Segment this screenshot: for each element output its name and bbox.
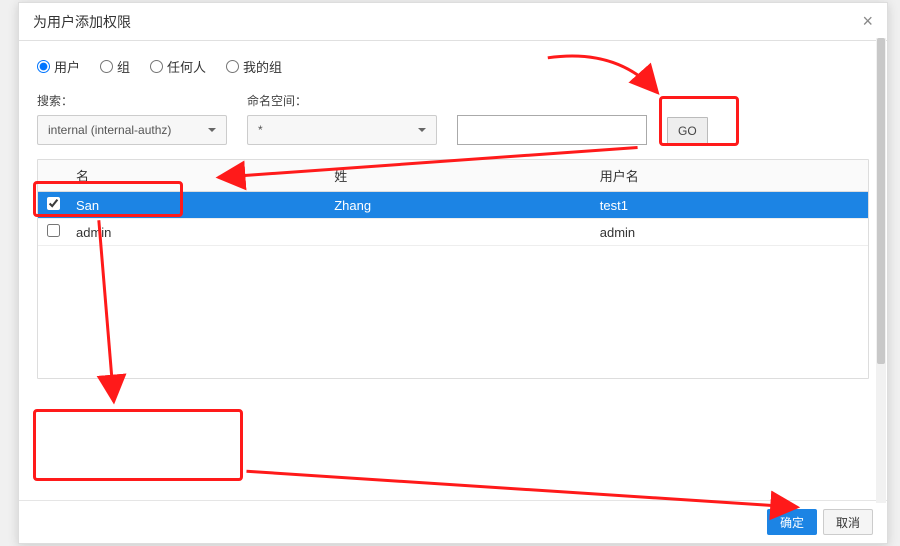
- radio-mygroup-label: 我的组: [243, 57, 282, 76]
- namespace-select-value: *: [258, 123, 263, 137]
- namespace-select[interactable]: *: [247, 115, 437, 145]
- search-select-value: internal (internal-authz): [48, 123, 171, 137]
- radio-group-input[interactable]: [100, 60, 113, 73]
- row-checkbox[interactable]: [47, 197, 60, 210]
- close-icon[interactable]: ×: [862, 11, 873, 32]
- radio-anyone-input[interactable]: [150, 60, 163, 73]
- table-row[interactable]: San Zhang test1: [38, 192, 868, 219]
- radio-group[interactable]: 组: [100, 57, 130, 76]
- search-label: 搜索：: [37, 92, 227, 109]
- namespace-label: 命名空间：: [247, 92, 437, 109]
- go-button[interactable]: GO: [667, 117, 708, 145]
- search-input[interactable]: [457, 115, 647, 145]
- row-checkbox[interactable]: [47, 224, 60, 237]
- users-table: 名 姓 用户名 San Zhang test1 admin: [38, 160, 868, 246]
- users-table-wrap: 名 姓 用户名 San Zhang test1 admin: [37, 159, 869, 379]
- modal-header: 为用户添加权限 ×: [19, 3, 887, 41]
- col-first: 名: [68, 160, 326, 192]
- radio-mygroup[interactable]: 我的组: [226, 57, 282, 76]
- table-header-row: 名 姓 用户名: [38, 160, 868, 192]
- cell-first: admin: [68, 219, 326, 246]
- modal-footer: 确定 取消: [19, 500, 887, 543]
- col-username: 用户名: [592, 160, 868, 192]
- radio-user[interactable]: 用户: [37, 57, 80, 76]
- permissions-modal: 为用户添加权限 × 用户 组 任何人 我的组 搜索：: [18, 2, 888, 544]
- search-filter: 搜索： internal (internal-authz): [37, 92, 227, 145]
- type-radio-group: 用户 组 任何人 我的组: [37, 57, 869, 76]
- radio-user-label: 用户: [54, 57, 80, 76]
- cell-username: test1: [592, 192, 868, 219]
- namespace-filter: 命名空间： *: [247, 92, 437, 145]
- radio-user-input[interactable]: [37, 60, 50, 73]
- cell-first: San: [68, 192, 326, 219]
- cell-last: [326, 219, 592, 246]
- scrollbar[interactable]: [876, 38, 886, 503]
- cancel-button[interactable]: 取消: [823, 509, 873, 535]
- cell-last: Zhang: [326, 192, 592, 219]
- ok-button[interactable]: 确定: [767, 509, 817, 535]
- table-row[interactable]: admin admin: [38, 219, 868, 246]
- radio-mygroup-input[interactable]: [226, 60, 239, 73]
- radio-anyone[interactable]: 任何人: [150, 57, 206, 76]
- col-last: 姓: [326, 160, 592, 192]
- modal-body: 用户 组 任何人 我的组 搜索： internal (internal-auth…: [19, 41, 887, 500]
- modal-title: 为用户添加权限: [33, 12, 131, 32]
- filter-row: 搜索： internal (internal-authz) 命名空间： * GO: [37, 92, 869, 145]
- radio-anyone-label: 任何人: [167, 57, 206, 76]
- radio-group-label: 组: [117, 57, 130, 76]
- search-select[interactable]: internal (internal-authz): [37, 115, 227, 145]
- cell-username: admin: [592, 219, 868, 246]
- col-check: [38, 160, 68, 192]
- scrollbar-thumb[interactable]: [877, 38, 885, 364]
